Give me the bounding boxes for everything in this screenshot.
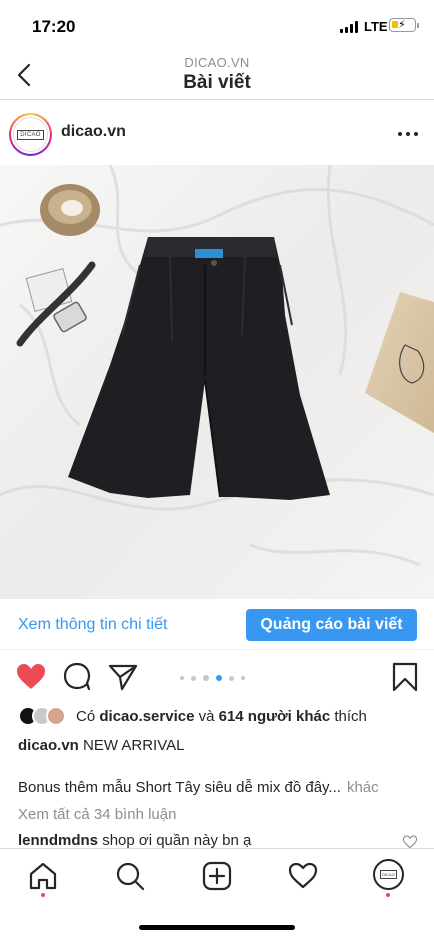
liker-username[interactable]: dicao.service (99, 708, 194, 725)
post-header: DICAO dicao.vn (0, 101, 434, 165)
carousel-dot (180, 676, 184, 680)
liker-avatars (18, 706, 70, 728)
caption-more-text: Bonus thêm mẫu Short Tây siêu dễ mix đồ … (18, 779, 341, 796)
caption-more-link[interactable]: khác (347, 779, 379, 796)
post-username[interactable]: dicao.vn (61, 123, 126, 141)
carousel-dot (241, 676, 245, 680)
ellipsis-icon[interactable] (396, 121, 420, 145)
search-icon[interactable] (115, 861, 145, 891)
caption-continuation: Bonus thêm mẫu Short Tây siêu dễ mix đồ … (18, 779, 418, 796)
likes-count[interactable]: 614 người khác (219, 708, 331, 725)
likes-text: Có dicao.service và 614 người khác thích (76, 708, 367, 725)
status-time: 17:20 (32, 17, 76, 36)
comment-row: lenndmdns shop ơi quần này bn ạ (18, 832, 251, 849)
view-all-comments-link[interactable]: Xem tất cả 34 bình luận (18, 806, 176, 823)
post-caption: dicao.vn NEW ARRIVAL (18, 737, 184, 754)
comment-icon[interactable] (63, 662, 93, 692)
post-actions (0, 652, 434, 702)
avatar (46, 706, 66, 726)
home-notification-dot (41, 893, 45, 897)
caption-text: NEW ARRIVAL (83, 737, 185, 754)
profile-notification-dot (386, 893, 390, 897)
profile-avatar[interactable]: DICAO (373, 859, 404, 890)
profile-logo-text: DICAO (380, 870, 397, 879)
home-indicator (139, 925, 295, 930)
battery-tip (417, 23, 419, 28)
woven-basket (40, 184, 100, 236)
carousel-dot (229, 675, 234, 681)
view-details-link[interactable]: Xem thông tin chi tiết (18, 616, 167, 634)
comment-like-icon[interactable] (402, 835, 418, 849)
promotion-row: Xem thông tin chi tiết Quảng cáo bài viế… (0, 600, 434, 650)
page-title: Bài viết (183, 72, 251, 93)
battery-charging-icon: ⚡ (389, 18, 416, 32)
home-icon[interactable] (28, 861, 58, 891)
network-type: LTE (364, 19, 388, 34)
caption-username[interactable]: dicao.vn (18, 737, 79, 754)
nav-header: DICAO.VN Bài viết (0, 52, 434, 100)
promote-post-button[interactable]: Quảng cáo bài viết (246, 609, 417, 641)
status-bar: 17:20 LTE ⚡ (0, 0, 434, 52)
carousel-indicator (180, 675, 260, 681)
carousel-dot (216, 675, 222, 681)
avatar[interactable]: DICAO (9, 113, 52, 156)
comment-username[interactable]: lenndmdns (18, 832, 98, 849)
avatar-logo-text: DICAO (17, 129, 44, 140)
paper-plane-icon[interactable] (108, 662, 138, 692)
carousel-dot (191, 675, 196, 681)
carousel-dot (203, 675, 209, 681)
comment-text: shop ơi quần này bn ạ (102, 832, 252, 849)
heart-filled-icon[interactable] (16, 662, 46, 692)
likes-summary[interactable]: Có dicao.service và 614 người khác thích (18, 706, 428, 728)
activity-heart-icon[interactable] (288, 861, 318, 891)
add-post-icon[interactable] (202, 861, 232, 891)
bookmark-icon[interactable] (390, 662, 420, 692)
nav-subtitle: DICAO.VN (184, 55, 250, 70)
signal-icon (340, 21, 360, 33)
post-image[interactable] (0, 165, 434, 599)
